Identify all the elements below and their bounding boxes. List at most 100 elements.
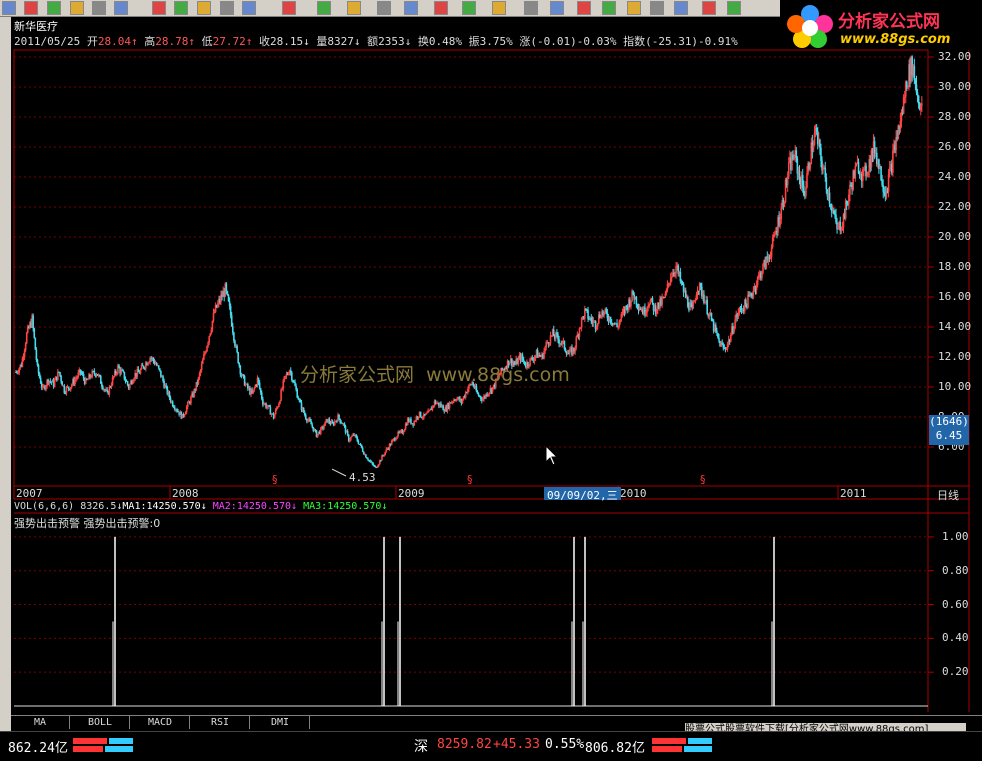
candle-body — [104, 389, 106, 391]
candle-body — [297, 397, 300, 400]
candle-body — [629, 299, 631, 307]
candle-body — [891, 163, 893, 173]
candle-body — [308, 418, 310, 421]
candle-body — [843, 214, 846, 219]
toolbar-button-tool-icon[interactable] — [47, 1, 61, 15]
toolbar-button-tools-icon[interactable] — [404, 1, 418, 15]
toolbar-button-text-icon[interactable] — [347, 1, 361, 15]
candle-body — [763, 260, 765, 265]
toolbar-button-copy-icon[interactable] — [650, 1, 664, 15]
tab-dmi[interactable]: DMI — [251, 716, 310, 729]
candle-body — [581, 316, 584, 318]
candle-body — [659, 298, 661, 308]
indicator-line: 强势出击预警 强势出击预警:0 — [14, 515, 160, 531]
candle-body — [247, 383, 249, 389]
candle-body — [534, 355, 537, 358]
price-panel-frame — [13, 49, 929, 487]
toolbar-button-wave-icon[interactable] — [242, 1, 256, 15]
candle-body — [676, 265, 678, 267]
candle-body — [210, 329, 213, 334]
toolbar-button-list-icon[interactable] — [174, 1, 188, 15]
candle-body — [705, 300, 707, 303]
candle-body — [153, 360, 156, 364]
toolbar-button-grid-icon[interactable] — [197, 1, 211, 15]
candle-body — [216, 303, 219, 308]
candle-body — [15, 372, 17, 373]
candle-body — [762, 264, 764, 273]
candle-body — [43, 386, 45, 388]
toolbar-button-font-icon[interactable] — [524, 1, 538, 15]
candle-body — [775, 231, 777, 235]
tab-ma[interactable]: MA — [11, 716, 70, 729]
toolbar-button-rect-icon[interactable] — [462, 1, 476, 15]
candle-body — [358, 443, 361, 445]
candle-body — [322, 426, 324, 429]
turnover-value: 0.48% — [428, 35, 462, 48]
candle-body — [872, 141, 875, 157]
candle-body — [707, 313, 710, 317]
candle-body — [491, 387, 494, 393]
tab-boll[interactable]: BOLL — [71, 716, 130, 729]
toolbar-button-search-icon[interactable] — [702, 1, 716, 15]
status-left-value: 862.24亿 — [8, 741, 68, 756]
toolbar-button-chart-icon[interactable] — [727, 1, 741, 15]
candle-body — [793, 158, 795, 160]
toolbar-button-fan-icon[interactable] — [434, 1, 448, 15]
candle-body — [765, 256, 768, 269]
candle-body — [487, 393, 490, 396]
candle-body — [625, 305, 628, 307]
toolbar-button-copy-icon[interactable] — [550, 1, 564, 15]
candle-body — [372, 463, 375, 466]
candle-body — [121, 369, 124, 371]
toolbar-button-copy-icon[interactable] — [24, 1, 38, 15]
logo-title: 分析家公式网 — [838, 12, 940, 32]
candle-body — [258, 382, 261, 389]
candle-body — [318, 431, 321, 434]
candle-body — [304, 415, 307, 420]
candle-body — [652, 303, 655, 312]
candle-body — [309, 418, 311, 422]
tab-macd[interactable]: MACD — [131, 716, 190, 729]
candle-body — [754, 286, 757, 291]
candle-body — [615, 323, 617, 325]
candle-body — [34, 337, 37, 350]
candle-body — [622, 309, 625, 313]
close-value: 28.15 — [269, 35, 304, 48]
candle-body — [628, 299, 630, 310]
candle-body — [456, 398, 458, 401]
toolbar-button-disk-icon[interactable] — [602, 1, 616, 15]
candle-body — [112, 376, 115, 378]
toolbar-button-alarm-icon[interactable] — [114, 1, 128, 15]
candle-body — [644, 307, 646, 315]
toolbar-button-tool-icon[interactable] — [674, 1, 688, 15]
candle-body — [235, 345, 237, 347]
candle-body — [221, 294, 223, 298]
candle-body — [460, 398, 463, 403]
toolbar-button-pencil-icon[interactable] — [152, 1, 166, 15]
candle-body — [678, 271, 681, 274]
toolbar-button-search-icon[interactable] — [70, 1, 84, 15]
candle-body — [699, 283, 702, 287]
candle-body — [917, 95, 920, 104]
candle-body — [877, 159, 879, 165]
period-label[interactable]: 日线 — [937, 487, 959, 503]
toolbar-button-circle-icon[interactable] — [492, 1, 506, 15]
candle-body — [616, 323, 618, 327]
toolbar-button-line-icon[interactable] — [317, 1, 331, 15]
tab-rsi[interactable]: RSI — [191, 716, 250, 729]
candle-body — [239, 365, 242, 375]
toolbar-button-panel-icon[interactable] — [220, 1, 234, 15]
candle-body — [464, 392, 467, 398]
candle-body — [360, 444, 363, 448]
toolbar-button-cursor-icon[interactable] — [282, 1, 296, 15]
candle-body — [128, 384, 131, 389]
candle-body — [175, 409, 177, 411]
toolbar-button-lock-icon[interactable] — [577, 1, 591, 15]
candle-body — [476, 391, 479, 394]
toolbar-button-window-icon[interactable] — [627, 1, 641, 15]
candle-body — [810, 142, 813, 164]
toolbar-button-bars-icon[interactable] — [377, 1, 391, 15]
toolbar-button-window-icon[interactable] — [2, 1, 16, 15]
toolbar-button-chart-icon[interactable] — [92, 1, 106, 15]
candle-body — [182, 414, 185, 417]
